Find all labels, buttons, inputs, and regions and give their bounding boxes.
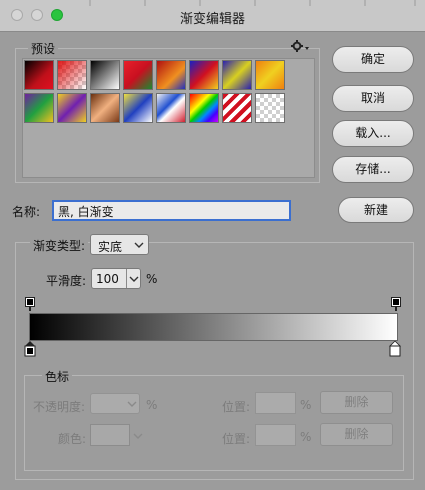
title-bar: 渐变编辑器	[0, 0, 425, 32]
opacity-location-field[interactable]	[255, 392, 296, 414]
chevron-down-icon	[133, 433, 143, 439]
preset-swatch[interactable]	[123, 93, 153, 123]
preset-swatch[interactable]	[255, 93, 285, 123]
gear-icon	[291, 40, 309, 52]
color-label: 颜色:	[58, 432, 87, 446]
preset-swatch[interactable]	[222, 93, 252, 123]
preset-swatch[interactable]	[189, 60, 219, 90]
smoothness-unit: %	[146, 272, 158, 286]
opacity-stop-right[interactable]	[391, 297, 401, 307]
preset-swatch[interactable]	[156, 60, 186, 90]
presets-menu-button[interactable]	[290, 39, 310, 53]
opacity-field[interactable]	[90, 393, 140, 414]
smoothness-label: 平滑度:	[46, 274, 87, 288]
preset-swatch[interactable]	[24, 60, 54, 90]
color-location-unit: %	[300, 430, 312, 444]
smoothness-field[interactable]: 100	[91, 268, 141, 289]
window-title: 渐变编辑器	[179, 12, 245, 27]
presets-label: 预设	[28, 40, 59, 57]
color-location-label: 位置:	[222, 432, 251, 446]
opacity-unit: %	[146, 398, 158, 412]
color-stop-left[interactable]	[24, 341, 36, 357]
opacity-location-unit: %	[300, 398, 312, 412]
opacity-label: 不透明度:	[33, 400, 86, 414]
preset-swatch[interactable]	[123, 60, 153, 90]
preset-swatch[interactable]	[255, 60, 285, 90]
preset-swatch[interactable]	[90, 93, 120, 123]
new-button[interactable]: 新建	[338, 197, 414, 223]
preset-swatch[interactable]	[156, 93, 186, 123]
name-input[interactable]: 黑, 白渐变	[52, 200, 291, 221]
gradient-type-value: 实底	[98, 240, 123, 254]
gradient-bar[interactable]	[29, 313, 398, 341]
preset-swatch[interactable]	[189, 93, 219, 123]
name-label: 名称:	[12, 205, 41, 219]
preset-swatch[interactable]	[24, 93, 54, 123]
load-button[interactable]: 载入...	[332, 120, 414, 147]
delete-color-stop-button[interactable]: 删除	[320, 423, 393, 446]
opacity-stop-stem	[29, 307, 31, 311]
color-location-field[interactable]	[255, 424, 296, 446]
gradient-type-label: 渐变类型:	[30, 237, 89, 254]
preset-swatch[interactable]	[90, 60, 120, 90]
opacity-stop-left[interactable]	[25, 297, 35, 307]
chevron-down-icon	[127, 401, 137, 407]
opacity-stop-stem	[395, 307, 397, 311]
opacity-stop-swatch	[27, 299, 33, 305]
preset-swatch[interactable]	[57, 60, 87, 90]
cancel-button[interactable]: 取消	[332, 85, 414, 112]
color-stops-label: 色标	[42, 368, 73, 385]
color-swatch-field[interactable]	[90, 424, 130, 446]
opacity-stop-swatch	[393, 299, 399, 305]
chevron-down-icon	[134, 242, 144, 248]
gradient-type-select[interactable]: 实底	[90, 234, 149, 255]
chevron-down-icon[interactable]	[129, 275, 139, 283]
save-button[interactable]: 存储...	[332, 156, 414, 183]
ok-button[interactable]: 确定	[332, 46, 414, 73]
preset-swatch[interactable]	[57, 93, 87, 123]
delete-opacity-stop-button[interactable]: 删除	[320, 391, 393, 414]
opacity-location-label: 位置:	[222, 400, 251, 414]
preset-swatch[interactable]	[222, 60, 252, 90]
smoothness-value: 100	[96, 272, 119, 286]
color-stop-right[interactable]	[389, 341, 401, 357]
divider	[126, 269, 127, 288]
